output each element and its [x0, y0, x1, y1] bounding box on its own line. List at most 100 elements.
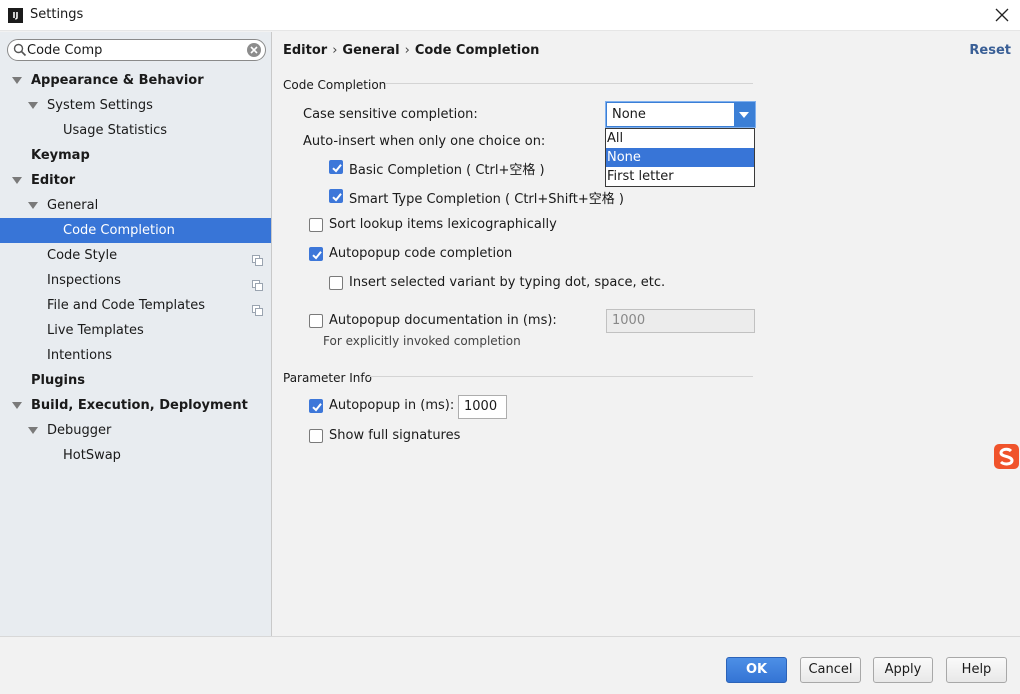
breadcrumb-editor: Editor	[283, 43, 328, 58]
sidebar-item-debugger[interactable]: Debugger	[0, 418, 271, 443]
expand-arrow-icon[interactable]	[12, 402, 22, 409]
sidebar-item-plugins[interactable]: Plugins	[0, 368, 271, 393]
section-title-code-completion: Code Completion	[283, 78, 387, 92]
project-scope-icon	[252, 300, 263, 316]
sidebar-item-label: File and Code Templates	[47, 298, 205, 313]
sidebar-item-hotswap[interactable]: HotSwap	[0, 443, 271, 468]
sidebar-item-editor[interactable]: Editor	[0, 168, 271, 193]
section-divider	[385, 83, 753, 84]
window-title: Settings	[30, 7, 84, 22]
help-button[interactable]: Help	[946, 657, 1007, 683]
case-sensitive-select[interactable]: None	[606, 102, 755, 127]
sidebar-item-code-style[interactable]: Code Style	[0, 243, 271, 268]
close-icon[interactable]	[992, 5, 1012, 25]
expand-arrow-icon[interactable]	[28, 427, 38, 434]
expand-arrow-icon[interactable]	[12, 77, 22, 84]
sidebar-item-label: Live Templates	[47, 323, 144, 338]
sort-lexicographically-label: Sort lookup items lexicographically	[329, 217, 557, 232]
sidebar-item-label: Usage Statistics	[63, 123, 168, 138]
option-first-letter[interactable]: First letter	[606, 167, 754, 186]
sidebar-item-usage-statistics[interactable]: Usage Statistics	[0, 118, 271, 143]
search-field[interactable]	[7, 39, 266, 61]
expand-arrow-icon[interactable]	[28, 202, 38, 209]
checkmark-icon	[312, 251, 322, 260]
sidebar-item-label: Inspections	[47, 273, 121, 288]
option-all[interactable]: All	[606, 129, 754, 148]
settings-content: Editor › General › Code Completion Reset Cod…	[273, 32, 1020, 636]
project-scope-icon	[252, 250, 263, 266]
autopopup-code-checkbox[interactable]	[309, 247, 323, 261]
param-autopopup-delay-field[interactable]: 1000	[458, 395, 507, 419]
checkmark-icon	[332, 193, 342, 202]
show-full-signatures-label: Show full signatures	[329, 428, 461, 443]
expand-arrow-icon[interactable]	[28, 102, 38, 109]
sidebar-item-label: Keymap	[31, 148, 90, 163]
sidebar-item-keymap[interactable]: Keymap	[0, 143, 271, 168]
autopopup-docs-hint: For explicitly invoked completion	[323, 334, 521, 348]
sidebar-item-label: Code Completion	[63, 223, 175, 238]
section-divider	[367, 376, 753, 377]
chevron-down-icon[interactable]	[734, 103, 754, 126]
reset-link[interactable]: Reset	[969, 43, 1011, 58]
param-autopopup-checkbox[interactable]	[309, 399, 323, 413]
param-autopopup-label: Autopopup in (ms):	[329, 398, 455, 413]
smart-type-completion-label: Smart Type Completion ( Ctrl+Shift+空格 )	[349, 192, 624, 207]
sidebar-item-inspections[interactable]: Inspections	[0, 268, 271, 293]
apply-button[interactable]: Apply	[873, 657, 933, 683]
sidebar-item-label: General	[47, 198, 99, 213]
dialog-footer: OK Cancel Apply Help	[0, 636, 1020, 694]
breadcrumb-general: General	[342, 43, 400, 58]
sidebar-item-intentions[interactable]: Intentions	[0, 343, 271, 368]
breadcrumb-separator: ›	[332, 43, 338, 58]
input-method-icon[interactable]	[993, 443, 1020, 470]
sidebar-item-label: Build, Execution, Deployment	[31, 398, 248, 413]
sidebar-item-system-settings[interactable]: System Settings	[0, 93, 271, 118]
sidebar-item-label: Appearance & Behavior	[31, 73, 204, 88]
section-title-parameter-info: Parameter Info	[283, 371, 372, 385]
sidebar-item-label: Plugins	[31, 373, 85, 388]
insert-variant-label: Insert selected variant by typing dot, s…	[349, 275, 666, 290]
case-sensitive-dropdown: All None First letter	[605, 128, 755, 187]
search-input[interactable]	[27, 42, 239, 58]
expand-arrow-icon[interactable]	[12, 177, 22, 184]
sidebar-item-label: Code Style	[47, 248, 118, 263]
auto-insert-label: Auto-insert when only one choice on:	[303, 134, 546, 149]
breadcrumb-separator: ›	[404, 43, 410, 58]
autopopup-code-label: Autopopup code completion	[329, 246, 513, 261]
basic-completion-label: Basic Completion ( Ctrl+空格 )	[349, 163, 545, 178]
checkmark-icon	[332, 164, 342, 173]
breadcrumb: Editor › General › Code Completion	[283, 43, 539, 58]
breadcrumb-code-completion: Code Completion	[414, 43, 540, 58]
sidebar-item-appearance-behavior[interactable]: Appearance & Behavior	[0, 68, 271, 93]
project-scope-icon	[252, 275, 263, 291]
sidebar-item-label: Debugger	[47, 423, 112, 438]
sidebar-item-build-execution-deployment[interactable]: Build, Execution, Deployment	[0, 393, 271, 418]
settings-sidebar: Appearance & Behavior System Settings Usag…	[0, 32, 272, 636]
search-icon	[13, 43, 27, 57]
case-sensitive-value: None	[612, 107, 646, 122]
checkmark-icon	[312, 403, 322, 412]
clear-search-icon[interactable]	[246, 42, 262, 58]
sidebar-item-label: Editor	[31, 173, 76, 188]
sidebar-item-label: Intentions	[47, 348, 113, 363]
intellij-app-icon: IJ	[8, 8, 23, 23]
sidebar-item-general[interactable]: General	[0, 193, 271, 218]
autopopup-docs-checkbox[interactable]	[309, 314, 323, 328]
title-bar: IJ Settings	[0, 0, 1020, 31]
show-full-signatures-checkbox[interactable]	[309, 429, 323, 443]
option-none[interactable]: None	[606, 148, 754, 167]
smart-type-completion-checkbox[interactable]	[329, 189, 343, 203]
insert-variant-checkbox[interactable]	[329, 276, 343, 290]
autopopup-docs-delay-field[interactable]: 1000	[606, 309, 755, 333]
sidebar-item-file-and-code-templates[interactable]: File and Code Templates	[0, 293, 271, 318]
sidebar-item-code-completion[interactable]: Code Completion	[0, 218, 271, 243]
cancel-button[interactable]: Cancel	[800, 657, 861, 683]
sidebar-item-live-templates[interactable]: Live Templates	[0, 318, 271, 343]
sidebar-item-label: HotSwap	[63, 448, 121, 463]
ok-button[interactable]: OK	[726, 657, 787, 683]
sort-lexicographically-checkbox[interactable]	[309, 218, 323, 232]
sidebar-item-label: System Settings	[47, 98, 153, 113]
case-sensitive-label: Case sensitive completion:	[303, 107, 478, 122]
basic-completion-checkbox[interactable]	[329, 160, 343, 174]
autopopup-docs-label: Autopopup documentation in (ms):	[329, 313, 557, 328]
